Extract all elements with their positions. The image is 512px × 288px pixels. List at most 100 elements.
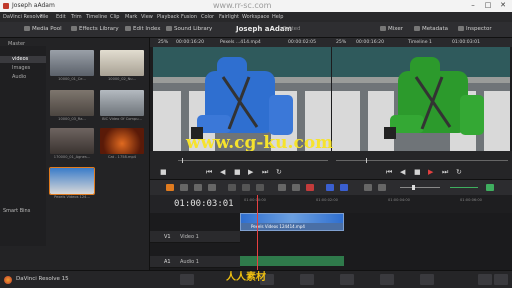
toolbar: Media Pool Effects Library Edit Index So… bbox=[0, 22, 512, 38]
position-lock-icon[interactable] bbox=[306, 184, 314, 191]
menu-trim[interactable]: Trim bbox=[71, 14, 82, 20]
menu-fairlight[interactable]: Fairlight bbox=[219, 14, 239, 20]
audio-track-header[interactable]: A1 Audio 1 bbox=[150, 256, 240, 268]
clip-caption: 10000_01_Ce... bbox=[58, 77, 86, 81]
volume-slider[interactable] bbox=[450, 187, 478, 188]
menu-workspace[interactable]: Workspace bbox=[242, 14, 269, 20]
menu-color[interactable]: Color bbox=[201, 14, 214, 20]
source-scrub-handle[interactable] bbox=[182, 158, 183, 163]
tl-jump-start-icon[interactable]: ⏮ bbox=[386, 168, 392, 177]
source-scrub-bar[interactable] bbox=[178, 160, 328, 161]
color-page-icon[interactable] bbox=[340, 274, 354, 285]
menu-view[interactable]: View bbox=[141, 14, 153, 20]
effects-icon bbox=[71, 26, 77, 31]
trim-tool-icon[interactable] bbox=[180, 184, 188, 191]
zoom-slider-handle[interactable] bbox=[412, 185, 415, 190]
track-id: A1 bbox=[164, 259, 171, 265]
media-pool-button[interactable]: Media Pool bbox=[24, 26, 62, 32]
tl-loop-icon[interactable]: ↻ bbox=[456, 168, 462, 176]
menu-bar: DaVinci Resolve File Edit Trim Timeline … bbox=[0, 12, 512, 22]
zoom-full-icon[interactable] bbox=[364, 184, 372, 191]
timeline-timecode: 01:00:03:01 bbox=[452, 40, 481, 45]
mixer-button[interactable]: Mixer bbox=[380, 26, 403, 32]
media-page-icon[interactable] bbox=[180, 274, 194, 285]
zoom-slider[interactable] bbox=[400, 187, 440, 188]
sound-library-button[interactable]: Sound Library bbox=[166, 26, 212, 32]
marker-icon[interactable] bbox=[340, 184, 348, 191]
menu-edit[interactable]: Edit bbox=[56, 14, 66, 20]
fairlight-page-icon[interactable] bbox=[380, 274, 394, 285]
tl-stop-icon[interactable]: ■ bbox=[414, 168, 421, 176]
close-button[interactable]: ✕ bbox=[496, 1, 510, 11]
metadata-button[interactable]: Metadata bbox=[414, 26, 448, 32]
menu-playback[interactable]: Playback bbox=[157, 14, 179, 20]
menu-mark[interactable]: Mark bbox=[125, 14, 137, 20]
tl-play-icon[interactable]: ▶ bbox=[428, 168, 433, 176]
menu-davinci[interactable]: DaVinci Resolve bbox=[3, 14, 43, 20]
settings-icon[interactable] bbox=[494, 274, 508, 285]
menu-help[interactable]: Help bbox=[272, 14, 283, 20]
loop-icon[interactable]: ↻ bbox=[276, 168, 282, 176]
smart-bins-label[interactable]: Smart Bins bbox=[3, 208, 30, 214]
overwrite-clip-icon[interactable] bbox=[242, 184, 250, 191]
clip-thumbnail[interactable] bbox=[100, 50, 144, 76]
selection-tool-icon[interactable] bbox=[166, 184, 174, 191]
zoom-source[interactable]: 25% bbox=[158, 40, 168, 45]
insert-clip-icon[interactable] bbox=[228, 184, 236, 191]
audio-meter-icon[interactable] bbox=[486, 184, 494, 191]
bin-images[interactable]: Images bbox=[12, 65, 30, 71]
zoom-detail-icon[interactable] bbox=[378, 184, 386, 191]
clip-thumbnail[interactable] bbox=[100, 128, 144, 154]
timeline-scrub-bar[interactable] bbox=[336, 160, 508, 161]
source-clip-name[interactable]: Pexels ...414.mp4 bbox=[220, 40, 261, 45]
menu-fusion[interactable]: Fusion bbox=[181, 14, 197, 20]
playhead[interactable] bbox=[257, 195, 258, 270]
zoom-timeline[interactable]: 25% bbox=[336, 40, 346, 45]
fusion-page-icon[interactable] bbox=[300, 274, 314, 285]
clip-caption: Pexels Videos 124... bbox=[54, 195, 90, 199]
replace-clip-icon[interactable] bbox=[256, 184, 264, 191]
clip-thumbnail[interactable] bbox=[100, 90, 144, 116]
stop-icon[interactable]: ■ bbox=[234, 168, 241, 176]
tl-play-reverse-icon[interactable]: ◀ bbox=[400, 168, 405, 176]
timeline-ruler[interactable]: 01:00:00:00 01:00:02:00 01:00:04:00 01:0… bbox=[240, 195, 512, 213]
clip-label: Pexels Videos 124414.mp4 bbox=[251, 224, 305, 229]
bin-audio[interactable]: Audio bbox=[12, 74, 26, 80]
project-manager-icon[interactable] bbox=[478, 274, 492, 285]
clip-caption: Cat - 1758.mp4 bbox=[107, 155, 137, 159]
video-track-header[interactable]: V1 Video 1 bbox=[150, 231, 240, 243]
clip-thumbnail[interactable] bbox=[50, 128, 94, 154]
timeline-audio-clip[interactable] bbox=[240, 256, 344, 266]
maximize-button[interactable]: □ bbox=[481, 1, 495, 11]
timeline-scrub-handle[interactable] bbox=[366, 158, 367, 163]
jump-end-icon[interactable]: ⏭ bbox=[262, 168, 268, 177]
clip-thumbnail[interactable] bbox=[50, 50, 94, 76]
edit-index-button[interactable]: Edit Index bbox=[125, 26, 161, 32]
timeline-video-clip[interactable]: Pexels Videos 124414.mp4 bbox=[240, 213, 344, 231]
play-reverse-icon[interactable]: ◀ bbox=[220, 168, 225, 176]
watermark-top: www.rr-sc.com bbox=[213, 1, 272, 10]
menu-clip[interactable]: Clip bbox=[110, 14, 119, 20]
clip-thumbnail[interactable] bbox=[50, 90, 94, 116]
menu-file[interactable]: File bbox=[40, 14, 48, 20]
track-name: Video 1 bbox=[180, 234, 199, 240]
timeline-viewer[interactable] bbox=[332, 47, 510, 151]
ruler-mark: 01:00:02:00 bbox=[316, 198, 338, 202]
linked-selection-icon[interactable] bbox=[292, 184, 300, 191]
source-options-icon[interactable]: ■ bbox=[160, 168, 167, 176]
inspector-button[interactable]: Inspector bbox=[458, 26, 492, 32]
snapping-icon[interactable] bbox=[278, 184, 286, 191]
blade-tool-icon[interactable] bbox=[208, 184, 216, 191]
deliver-page-icon[interactable] bbox=[420, 274, 434, 285]
effects-library-button[interactable]: Effects Library bbox=[71, 26, 119, 32]
play-icon[interactable]: ▶ bbox=[248, 168, 253, 176]
timeline-name[interactable]: Timeline 1 bbox=[408, 40, 432, 45]
dynamic-trim-icon[interactable] bbox=[194, 184, 202, 191]
minimize-button[interactable]: – bbox=[466, 1, 480, 11]
flag-icon[interactable] bbox=[326, 184, 334, 191]
bin-videos[interactable]: videos bbox=[0, 56, 46, 63]
tl-jump-end-icon[interactable]: ⏭ bbox=[442, 168, 448, 177]
menu-timeline[interactable]: Timeline bbox=[86, 14, 107, 20]
clip-thumbnail-selected[interactable] bbox=[49, 167, 95, 195]
jump-start-icon[interactable]: ⏮ bbox=[206, 168, 212, 177]
